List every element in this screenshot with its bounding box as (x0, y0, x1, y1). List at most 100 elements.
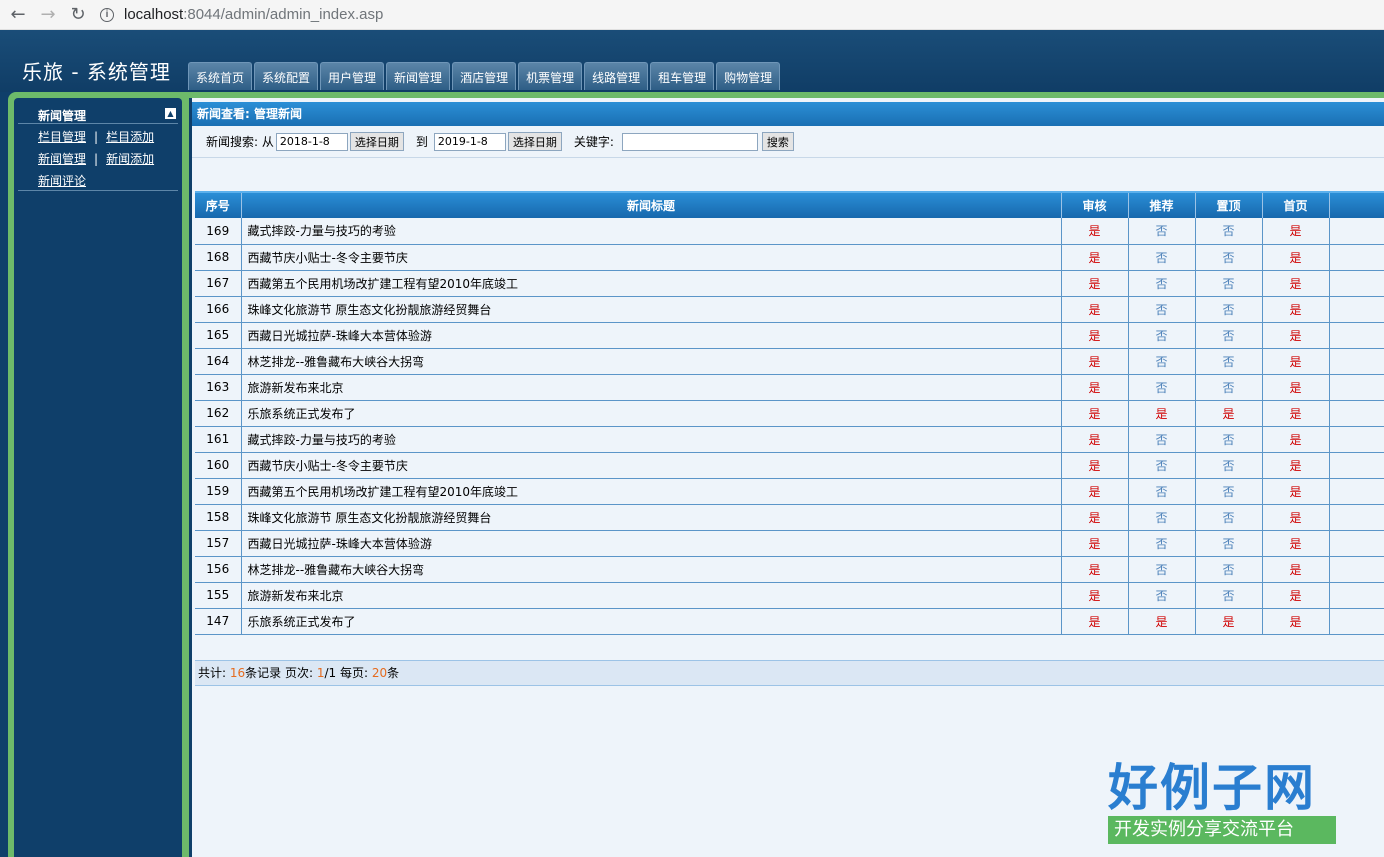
flag-homepage-toggle[interactable]: 是 (1289, 485, 1301, 499)
back-arrow-icon[interactable]: ← (6, 3, 30, 27)
flag-pinned-toggle[interactable]: 是 (1222, 615, 1234, 629)
flag-recommended-toggle[interactable]: 是 (1155, 407, 1167, 421)
pick-from-date-button[interactable]: 选择日期 (349, 132, 404, 151)
flag-homepage-toggle[interactable]: 是 (1289, 277, 1301, 291)
pick-to-date-button[interactable]: 选择日期 (507, 132, 562, 151)
flag-homepage-toggle[interactable]: 是 (1289, 433, 1301, 447)
flag-recommended-toggle[interactable]: 否 (1155, 563, 1167, 577)
flag-reviewed-toggle[interactable]: 是 (1088, 277, 1100, 291)
flag-reviewed-toggle[interactable]: 是 (1088, 355, 1100, 369)
flag-recommended-toggle[interactable]: 否 (1155, 251, 1167, 265)
flag-homepage-toggle[interactable]: 是 (1289, 303, 1301, 317)
tab-3[interactable]: 新闻管理 (386, 62, 451, 90)
news-title[interactable]: 旅游新发布来北京 (241, 582, 1062, 609)
flag-recommended-toggle[interactable]: 否 (1155, 485, 1167, 499)
flag-reviewed-toggle[interactable]: 是 (1088, 485, 1100, 499)
flag-recommended-toggle[interactable]: 否 (1155, 355, 1167, 369)
flag-reviewed-toggle[interactable]: 是 (1088, 511, 1100, 525)
flag-pinned-toggle[interactable]: 否 (1222, 485, 1234, 499)
tab-8[interactable]: 购物管理 (716, 62, 781, 90)
flag-pinned-toggle[interactable]: 否 (1222, 329, 1234, 343)
news-title[interactable]: 西藏第五个民用机场改扩建工程有望2010年底竣工 (241, 478, 1062, 505)
flag-homepage-toggle[interactable]: 是 (1289, 407, 1301, 421)
info-icon[interactable]: i (100, 7, 114, 22)
flag-homepage-toggle[interactable]: 是 (1289, 589, 1301, 603)
flag-homepage-toggle[interactable]: 是 (1289, 459, 1301, 473)
flag-homepage-toggle[interactable]: 是 (1289, 511, 1301, 525)
flag-recommended-toggle[interactable]: 否 (1155, 433, 1167, 447)
flag-recommended-toggle[interactable]: 否 (1155, 459, 1167, 473)
flag-reviewed-toggle[interactable]: 是 (1088, 303, 1100, 317)
sidebar-link-news-comments[interactable]: 新闻评论 (38, 174, 86, 188)
flag-homepage-toggle[interactable]: 是 (1289, 537, 1301, 551)
news-title[interactable]: 西藏节庆小贴士-冬令主要节庆 (241, 244, 1062, 271)
flag-pinned-toggle[interactable]: 否 (1222, 224, 1234, 238)
reload-icon[interactable]: ↻ (66, 3, 90, 27)
sidebar-link-news-add[interactable]: 新闻添加 (106, 152, 154, 166)
tab-0[interactable]: 系统首页 (188, 62, 253, 90)
tab-7[interactable]: 租车管理 (650, 62, 715, 90)
flag-homepage-toggle[interactable]: 是 (1289, 329, 1301, 343)
flag-homepage-toggle[interactable]: 是 (1289, 381, 1301, 395)
tab-4[interactable]: 酒店管理 (452, 62, 517, 90)
search-button[interactable]: 搜索 (761, 132, 794, 151)
flag-recommended-toggle[interactable]: 否 (1155, 537, 1167, 551)
sidebar-link-column-add[interactable]: 栏目添加 (106, 130, 154, 144)
flag-pinned-toggle[interactable]: 否 (1222, 303, 1234, 317)
flag-reviewed-toggle[interactable]: 是 (1088, 459, 1100, 473)
flag-reviewed-toggle[interactable]: 是 (1088, 537, 1100, 551)
flag-pinned-toggle[interactable]: 否 (1222, 381, 1234, 395)
flag-reviewed-toggle[interactable]: 是 (1088, 251, 1100, 265)
flag-homepage-toggle[interactable]: 是 (1289, 355, 1301, 369)
flag-pinned-toggle[interactable]: 否 (1222, 251, 1234, 265)
sidebar-link-news-manage[interactable]: 新闻管理 (38, 152, 86, 166)
news-title[interactable]: 藏式摔跤-力量与技巧的考验 (241, 218, 1062, 245)
flag-recommended-toggle[interactable]: 否 (1155, 277, 1167, 291)
flag-reviewed-toggle[interactable]: 是 (1088, 407, 1100, 421)
flag-pinned-toggle[interactable]: 是 (1222, 407, 1234, 421)
flag-reviewed-toggle[interactable]: 是 (1088, 381, 1100, 395)
flag-pinned-toggle[interactable]: 否 (1222, 459, 1234, 473)
forward-arrow-icon[interactable]: → (36, 3, 60, 27)
flag-homepage-toggle[interactable]: 是 (1289, 251, 1301, 265)
news-title[interactable]: 林芝排龙--雅鲁藏布大峡谷大拐弯 (241, 348, 1062, 375)
news-title[interactable]: 乐旅系统正式发布了 (241, 608, 1062, 635)
flag-pinned-toggle[interactable]: 否 (1222, 563, 1234, 577)
news-title[interactable]: 珠峰文化旅游节 原生态文化扮靓旅游经贸舞台 (241, 504, 1062, 531)
flag-reviewed-toggle[interactable]: 是 (1088, 329, 1100, 343)
flag-reviewed-toggle[interactable]: 是 (1088, 563, 1100, 577)
flag-recommended-toggle[interactable]: 否 (1155, 589, 1167, 603)
news-title[interactable]: 旅游新发布来北京 (241, 374, 1062, 401)
flag-pinned-toggle[interactable]: 否 (1222, 433, 1234, 447)
tab-2[interactable]: 用户管理 (320, 62, 385, 90)
tab-6[interactable]: 线路管理 (584, 62, 649, 90)
flag-reviewed-toggle[interactable]: 是 (1088, 615, 1100, 629)
flag-homepage-toggle[interactable]: 是 (1289, 615, 1301, 629)
news-title[interactable]: 藏式摔跤-力量与技巧的考验 (241, 426, 1062, 453)
to-date-input[interactable] (433, 132, 506, 151)
news-title[interactable]: 西藏节庆小贴士-冬令主要节庆 (241, 452, 1062, 479)
flag-pinned-toggle[interactable]: 否 (1222, 277, 1234, 291)
flag-pinned-toggle[interactable]: 否 (1222, 589, 1234, 603)
address-bar[interactable]: i localhost:8044/admin/admin_index.asp (100, 6, 383, 23)
news-title[interactable]: 珠峰文化旅游节 原生态文化扮靓旅游经贸舞台 (241, 296, 1062, 323)
from-date-input[interactable] (275, 132, 348, 151)
flag-recommended-toggle[interactable]: 否 (1155, 381, 1167, 395)
tab-5[interactable]: 机票管理 (518, 62, 583, 90)
news-title[interactable]: 林芝排龙--雅鲁藏布大峡谷大拐弯 (241, 556, 1062, 583)
flag-recommended-toggle[interactable]: 否 (1155, 303, 1167, 317)
flag-recommended-toggle[interactable]: 否 (1155, 329, 1167, 343)
flag-recommended-toggle[interactable]: 是 (1155, 615, 1167, 629)
news-title[interactable]: 乐旅系统正式发布了 (241, 400, 1062, 427)
collapse-icon[interactable]: ▲ (165, 108, 176, 119)
flag-homepage-toggle[interactable]: 是 (1289, 563, 1301, 577)
flag-pinned-toggle[interactable]: 否 (1222, 511, 1234, 525)
news-title[interactable]: 西藏第五个民用机场改扩建工程有望2010年底竣工 (241, 270, 1062, 297)
flag-reviewed-toggle[interactable]: 是 (1088, 589, 1100, 603)
flag-reviewed-toggle[interactable]: 是 (1088, 433, 1100, 447)
flag-reviewed-toggle[interactable]: 是 (1088, 224, 1100, 238)
flag-pinned-toggle[interactable]: 否 (1222, 355, 1234, 369)
flag-pinned-toggle[interactable]: 否 (1222, 537, 1234, 551)
news-title[interactable]: 西藏日光城拉萨-珠峰大本营体验游 (241, 530, 1062, 557)
tab-1[interactable]: 系统配置 (254, 62, 319, 90)
